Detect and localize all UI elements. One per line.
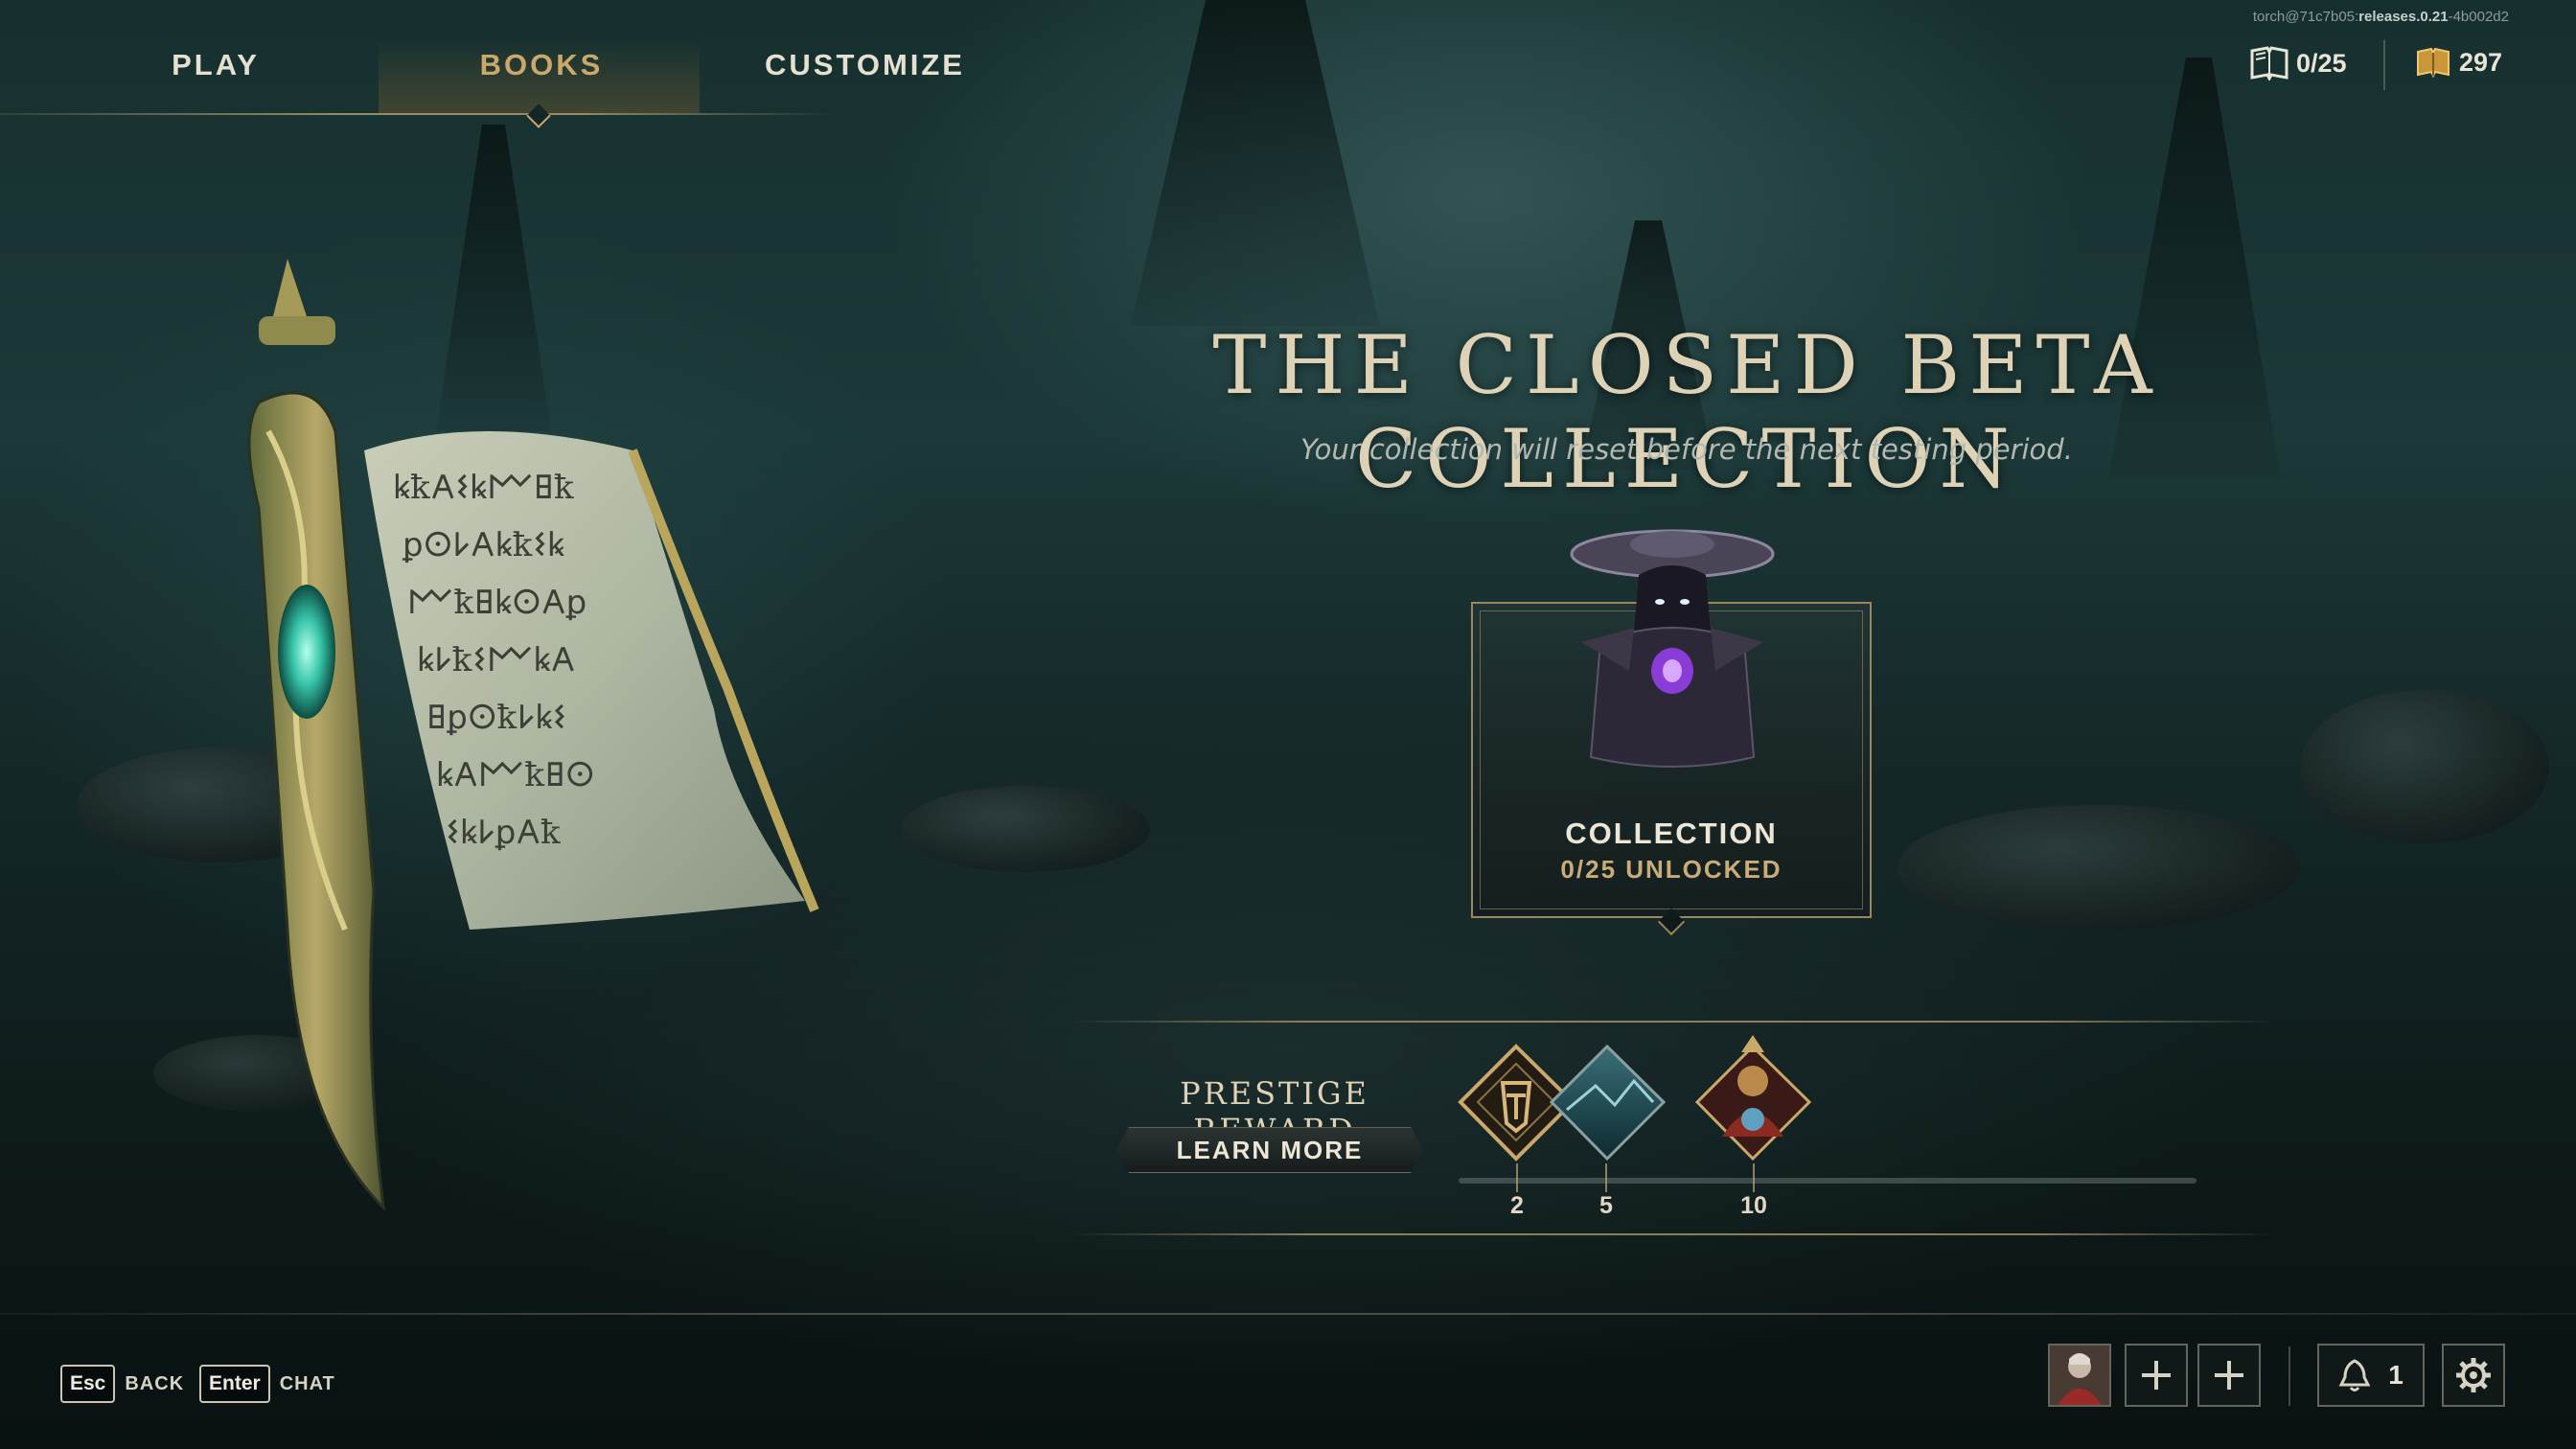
svg-text:𐌔ꝃ𐌋ꝑ𐌀ꝁ: 𐌔ꝃ𐌋ꝑ𐌀ꝁ [446,814,561,852]
tier-number: 2 [1510,1192,1524,1219]
background-rock [1898,805,2300,930]
svg-text:ꝃ𐌀𐌌ꝁ𐌇𐌏: ꝃ𐌀𐌌ꝁ𐌇𐌏 [436,756,595,794]
page-title: THE CLOSED BETA COLLECTION [1212,318,2161,506]
svg-text:ꝑ𐌏𐌋𐌀ꝃꝁ𐌔ꝃ: ꝑ𐌏𐌋𐌀ꝃꝁ𐌔ꝃ [402,526,564,564]
notification-count: 1 [2388,1360,2404,1390]
settings-button[interactable] [2442,1344,2505,1407]
prestige-progress-track [1459,1178,2196,1184]
gold-count: 297 [2459,47,2503,77]
landscape-banner-icon [1549,1044,1667,1162]
avatar [2050,1346,2109,1405]
book-icon [2250,46,2288,80]
plus-icon [2142,1361,2171,1390]
tier-tick [1605,1163,1607,1192]
hint-chat[interactable]: Enter CHAT [199,1365,335,1403]
build-version: torch@71c7b05:releases.0.21-4b002d2 [2252,9,2509,25]
gold-icon [2417,47,2450,79]
books-count: 0/25 [2296,48,2347,78]
collection-card-title: COLLECTION [1565,816,1778,850]
prestige-reward-tier-5[interactable] [1548,1043,1668,1162]
nav-underline [0,113,834,115]
tab-books[interactable]: BOOKS [460,38,623,92]
collection-character-figure [1570,529,1775,768]
hint-back[interactable]: Esc BACK [60,1365,184,1403]
key-enter: Enter [199,1365,270,1403]
gear-icon [2456,1358,2491,1392]
svg-text:ꝃ𐌋ꝁ𐌔𐌌ꝃ𐌀: ꝃ𐌋ꝁ𐌔𐌌ꝃ𐌀 [417,641,575,679]
top-navigation: PLAY BOOKS CUSTOMIZE torch@71c7b05:relea… [0,0,2576,128]
bottom-divider [0,1313,2576,1315]
collection-card-status: 0/25 UNLOCKED [1560,855,1782,884]
notifications-button[interactable]: 1 [2317,1344,2425,1407]
hint-back-label: BACK [125,1372,185,1394]
gold-counter: 297 [2415,46,2502,79]
tier-tick [1516,1163,1518,1192]
key-esc: Esc [60,1365,116,1403]
add-party-member-button[interactable] [2197,1344,2261,1407]
learn-more-button[interactable]: LEARN MORE [1116,1127,1423,1173]
hint-chat-label: CHAT [279,1372,335,1394]
currency-divider [2383,40,2385,90]
add-party-member-button[interactable] [2125,1344,2188,1407]
bell-icon [2338,1359,2371,1392]
background-rock [2300,690,2549,843]
svg-text:ꝃꝁ𐌀𐌔ꝃ𐌌𐌇ꝁ: ꝃꝁ𐌀𐌔ꝃ𐌌𐌇ꝁ [393,469,574,507]
svg-text:𐌌ꝁ𐌇ꝃ𐌏𐌀ꝑ: 𐌌ꝁ𐌇ꝃ𐌏𐌀ꝑ [407,584,586,622]
tier-number: 5 [1599,1192,1613,1219]
prestige-panel-bottom-border [1069,1233,2276,1235]
player-avatar-button[interactable] [2048,1344,2111,1407]
tier-number: 10 [1740,1192,1767,1219]
background-rock [901,786,1150,872]
page-subtitle: Your collection will reset before the ne… [1300,433,2073,466]
plus-icon [2215,1361,2243,1390]
prestige-panel-top-border [1069,1021,2276,1023]
prestige-reward-tier-10[interactable] [1693,1031,1813,1162]
tab-play[interactable]: PLAY [134,38,297,92]
books-counter: 0/25 [2250,46,2347,80]
tier-tick [1753,1163,1755,1192]
scroll-artwork: ꝃꝁ𐌀𐌔ꝃ𐌌𐌇ꝁ ꝑ𐌏𐌋𐌀ꝃꝁ𐌔ꝃ 𐌌ꝁ𐌇ꝃ𐌏𐌀ꝑ ꝃ𐌋ꝁ𐌔𐌌ꝃ𐌀 𐌇ꝑ𐌏ꝁ𐌋ꝃ… [247,259,819,1212]
character-portrait-icon [1694,1035,1812,1162]
svg-text:𐌇ꝑ𐌏ꝁ𐌋ꝃ𐌔: 𐌇ꝑ𐌏ꝁ𐌋ꝃ𐌔 [426,699,567,737]
bottom-bar-divider [2288,1346,2290,1406]
tab-customize[interactable]: CUSTOMIZE [748,38,982,92]
